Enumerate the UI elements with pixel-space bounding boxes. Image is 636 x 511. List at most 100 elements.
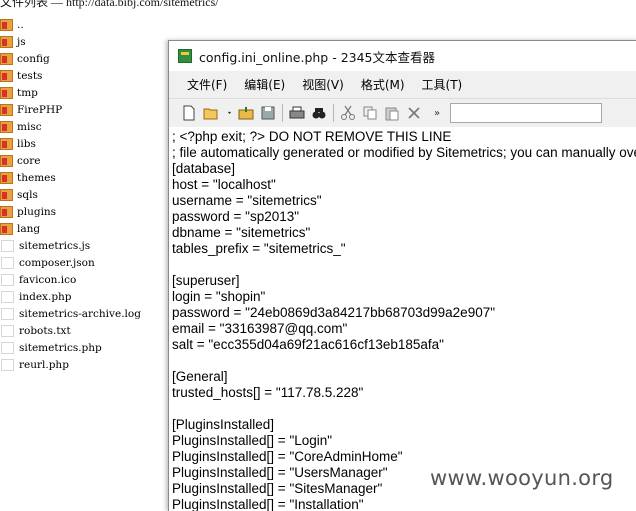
folder-icon [0, 222, 13, 235]
listing-title: 文件列表 — http://data.bibj.com/sitemetrics/ [0, 0, 219, 9]
text-line: password = "sp2013" [172, 209, 300, 224]
folder-icon [0, 205, 13, 218]
new-file-icon[interactable] [181, 105, 197, 121]
folder-item[interactable]: js [0, 33, 141, 50]
item-name[interactable]: reurl.php [19, 359, 69, 371]
menu-bar: 文件(F) 编辑(E) 视图(V) 格式(M) 工具(T) [169, 71, 636, 99]
folder-item[interactable]: FirePHP [0, 101, 141, 118]
text-line: email = "33163987@qq.com" [172, 321, 348, 336]
watermark: www.wooyun.org [430, 466, 614, 490]
folder-item[interactable]: .. [0, 16, 141, 33]
folder-icon [0, 69, 13, 82]
file-item[interactable]: favicon.ico [0, 271, 141, 288]
file-item[interactable]: reurl.php [0, 356, 141, 373]
text-line: [General] [172, 369, 228, 384]
folder-icon [0, 188, 13, 201]
file-icon [1, 239, 14, 252]
toolbar-separator [282, 104, 283, 122]
folder-item[interactable]: sqls [0, 186, 141, 203]
text-line: username = "sitemetrics" [172, 193, 322, 208]
item-name[interactable]: sitemetrics-archive.log [19, 308, 141, 320]
copy-icon[interactable] [362, 105, 378, 121]
item-name[interactable]: composer.json [19, 257, 95, 269]
folder-item[interactable]: libs [0, 135, 141, 152]
file-item[interactable]: composer.json [0, 254, 141, 271]
item-name[interactable]: FirePHP [17, 104, 62, 116]
folder-item[interactable]: lang [0, 220, 141, 237]
file-item[interactable]: sitemetrics.php [0, 339, 141, 356]
folder-item[interactable]: plugins [0, 203, 141, 220]
item-name[interactable]: config [17, 53, 50, 65]
folder-icon [0, 86, 13, 99]
folder-item[interactable]: tmp [0, 84, 141, 101]
paste-icon[interactable] [384, 105, 400, 121]
item-name[interactable]: libs [17, 138, 36, 150]
save-icon[interactable] [260, 105, 276, 121]
item-name[interactable]: core [17, 155, 40, 167]
text-line: dbname = "sitemetrics" [172, 225, 311, 240]
file-icon [1, 256, 14, 269]
menu-item-3[interactable]: 格式(M) [361, 76, 405, 93]
item-name[interactable]: .. [17, 19, 24, 31]
menu-item-0[interactable]: 文件(F) [187, 76, 227, 93]
folder-icon [0, 171, 13, 184]
item-name[interactable]: js [17, 36, 26, 48]
text-line [172, 257, 636, 273]
item-name[interactable]: plugins [17, 206, 56, 218]
title-bar[interactable]: config.ini_online.php - 2345文本查看器 [169, 41, 636, 71]
app-icon [178, 49, 192, 63]
item-name[interactable]: sitemetrics.php [19, 342, 102, 354]
open-folder-icon[interactable] [203, 105, 219, 121]
item-name[interactable]: tests [17, 70, 42, 82]
file-item[interactable]: index.php [0, 288, 141, 305]
folder-item[interactable]: core [0, 152, 141, 169]
find-icon[interactable] [311, 105, 327, 121]
folder-item[interactable]: misc [0, 118, 141, 135]
file-list: .. js config tests tmp FirePHP misc libs core the… [0, 16, 141, 373]
text-line: ; file automatically generated or modifi… [172, 145, 636, 160]
item-name[interactable]: sitemetrics.js [19, 240, 90, 252]
text-viewer-window: config.ini_online.php - 2345文本查看器 文件(F) 编… [168, 40, 636, 511]
text-line: PluginsInstalled[] = "Installation" [172, 497, 364, 511]
delete-icon[interactable] [406, 105, 422, 121]
item-name[interactable]: index.php [19, 291, 72, 303]
open-recent-icon[interactable] [238, 105, 254, 121]
folder-item[interactable]: config [0, 50, 141, 67]
folder-icon [0, 103, 13, 116]
file-item[interactable]: sitemetrics.js [0, 237, 141, 254]
text-line: [database] [172, 161, 236, 176]
text-line [172, 401, 636, 417]
file-item[interactable]: robots.txt [0, 322, 141, 339]
text-line: trusted_hosts[] = "117.78.5.228" [172, 385, 364, 400]
menu-item-2[interactable]: 视图(V) [302, 76, 344, 93]
menu-item-4[interactable]: 工具(T) [422, 76, 463, 93]
toolbar-separator [333, 104, 334, 122]
open-dropdown-icon[interactable] [225, 105, 234, 121]
text-line: PluginsInstalled[] = "CoreAdminHome" [172, 449, 403, 464]
print-icon[interactable] [289, 105, 305, 121]
address-input[interactable] [450, 103, 603, 123]
text-line [172, 353, 636, 369]
text-content-area[interactable]: ; <?php exit; ?> DO NOT REMOVE THIS LINE… [169, 127, 636, 511]
toolbar-overflow-icon[interactable]: » [434, 108, 440, 119]
item-name[interactable]: themes [17, 172, 56, 184]
item-name[interactable]: tmp [17, 87, 38, 99]
folder-item[interactable]: tests [0, 67, 141, 84]
file-icon [1, 358, 14, 371]
item-name[interactable]: robots.txt [19, 325, 71, 337]
folder-icon [0, 52, 13, 65]
menu-item-1[interactable]: 编辑(E) [244, 76, 285, 93]
text-line: tables_prefix = "sitemetrics_" [172, 241, 346, 256]
file-text: ; <?php exit; ?> DO NOT REMOVE THIS LINE… [169, 127, 636, 511]
text-line: [superuser] [172, 273, 240, 288]
file-icon [1, 341, 14, 354]
folder-item[interactable]: themes [0, 169, 141, 186]
toolbar: » [169, 99, 636, 128]
text-line: [PluginsInstalled] [172, 417, 275, 432]
file-item[interactable]: sitemetrics-archive.log [0, 305, 141, 322]
item-name[interactable]: misc [17, 121, 42, 133]
item-name[interactable]: sqls [17, 189, 38, 201]
item-name[interactable]: lang [17, 223, 40, 235]
item-name[interactable]: favicon.ico [19, 274, 76, 286]
cut-icon[interactable] [340, 105, 356, 121]
